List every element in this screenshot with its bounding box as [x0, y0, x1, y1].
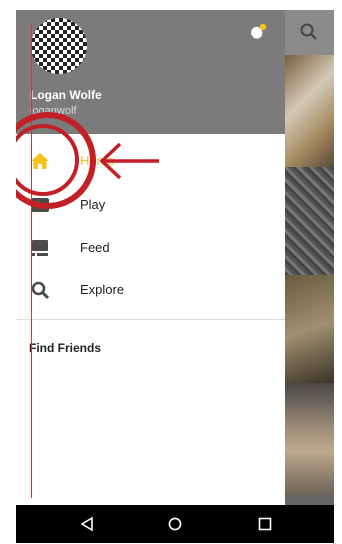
feed-photo[interactable]: [285, 383, 334, 495]
search-icon: [31, 281, 50, 300]
feed-photo[interactable]: [285, 495, 334, 505]
notification-icon[interactable]: [248, 22, 268, 42]
feed-photo[interactable]: [285, 167, 334, 275]
recents-icon: [258, 517, 272, 531]
feed-photo[interactable]: [285, 275, 334, 383]
menu-item-feed[interactable]: Feed: [16, 228, 285, 268]
phone-screen: Logan Wolfe loganwolf Home Play Feed Exp…: [16, 10, 334, 543]
system-nav-bar: [16, 505, 334, 543]
feed-photo[interactable]: [285, 55, 334, 167]
menu-item-explore[interactable]: Explore: [16, 270, 285, 310]
home-circle-icon: [168, 517, 182, 531]
menu-label-feed: Feed: [80, 240, 110, 255]
feed-toolbar: [285, 10, 334, 55]
menu-label-play: Play: [80, 197, 106, 212]
avatar[interactable]: [31, 18, 87, 74]
recents-button[interactable]: [254, 513, 276, 535]
menu-label-explore: Explore: [80, 282, 125, 297]
annotation-guide-line: [31, 24, 32, 498]
search-icon[interactable]: [299, 22, 319, 42]
user-name: Logan Wolfe: [30, 88, 102, 102]
navigation-drawer: Logan Wolfe loganwolf Home Play Feed Exp…: [16, 10, 285, 505]
background-feed: [285, 10, 334, 505]
find-friends-link[interactable]: Find Friends: [29, 341, 101, 355]
feed-icon: [32, 240, 48, 256]
home-button[interactable]: [164, 513, 186, 535]
annotation-arrow-icon: [99, 142, 159, 180]
back-icon: [80, 517, 93, 531]
divider: [16, 319, 285, 320]
back-button[interactable]: [76, 513, 98, 535]
